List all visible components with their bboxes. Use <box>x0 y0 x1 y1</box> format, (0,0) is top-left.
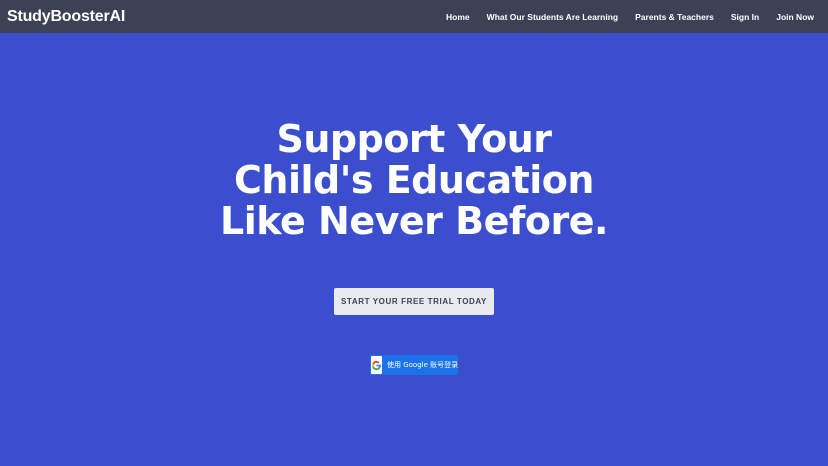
start-free-trial-button[interactable]: START YOUR FREE TRIAL TODAY <box>334 288 494 315</box>
nav-links: Home What Our Students Are Learning Pare… <box>429 12 814 22</box>
hero-title: Support Your Child's Education Like Neve… <box>0 119 828 242</box>
hero-section: Support Your Child's Education Like Neve… <box>0 33 828 466</box>
hero-title-line-2: Child's Education <box>234 158 594 202</box>
brand-logo[interactable]: StudyBoosterAI <box>7 8 125 26</box>
nav-link-sign-in[interactable]: Sign In <box>731 12 759 22</box>
hero-title-line-3: Like Never Before. <box>220 199 608 243</box>
nav-link-join-now[interactable]: Join Now <box>776 12 814 22</box>
google-g-icon <box>371 356 382 374</box>
nav-link-parents-teachers[interactable]: Parents & Teachers <box>635 12 714 22</box>
google-signin-label: 使用 Google 账号登录 <box>387 361 459 369</box>
nav-link-students-learning[interactable]: What Our Students Are Learning <box>487 12 618 22</box>
top-navbar: StudyBoosterAI Home What Our Students Ar… <box>0 0 828 33</box>
google-signin-button[interactable]: 使用 Google 账号登录 <box>370 355 458 375</box>
nav-link-home[interactable]: Home <box>446 12 470 22</box>
hero-title-line-1: Support Your <box>276 117 553 161</box>
